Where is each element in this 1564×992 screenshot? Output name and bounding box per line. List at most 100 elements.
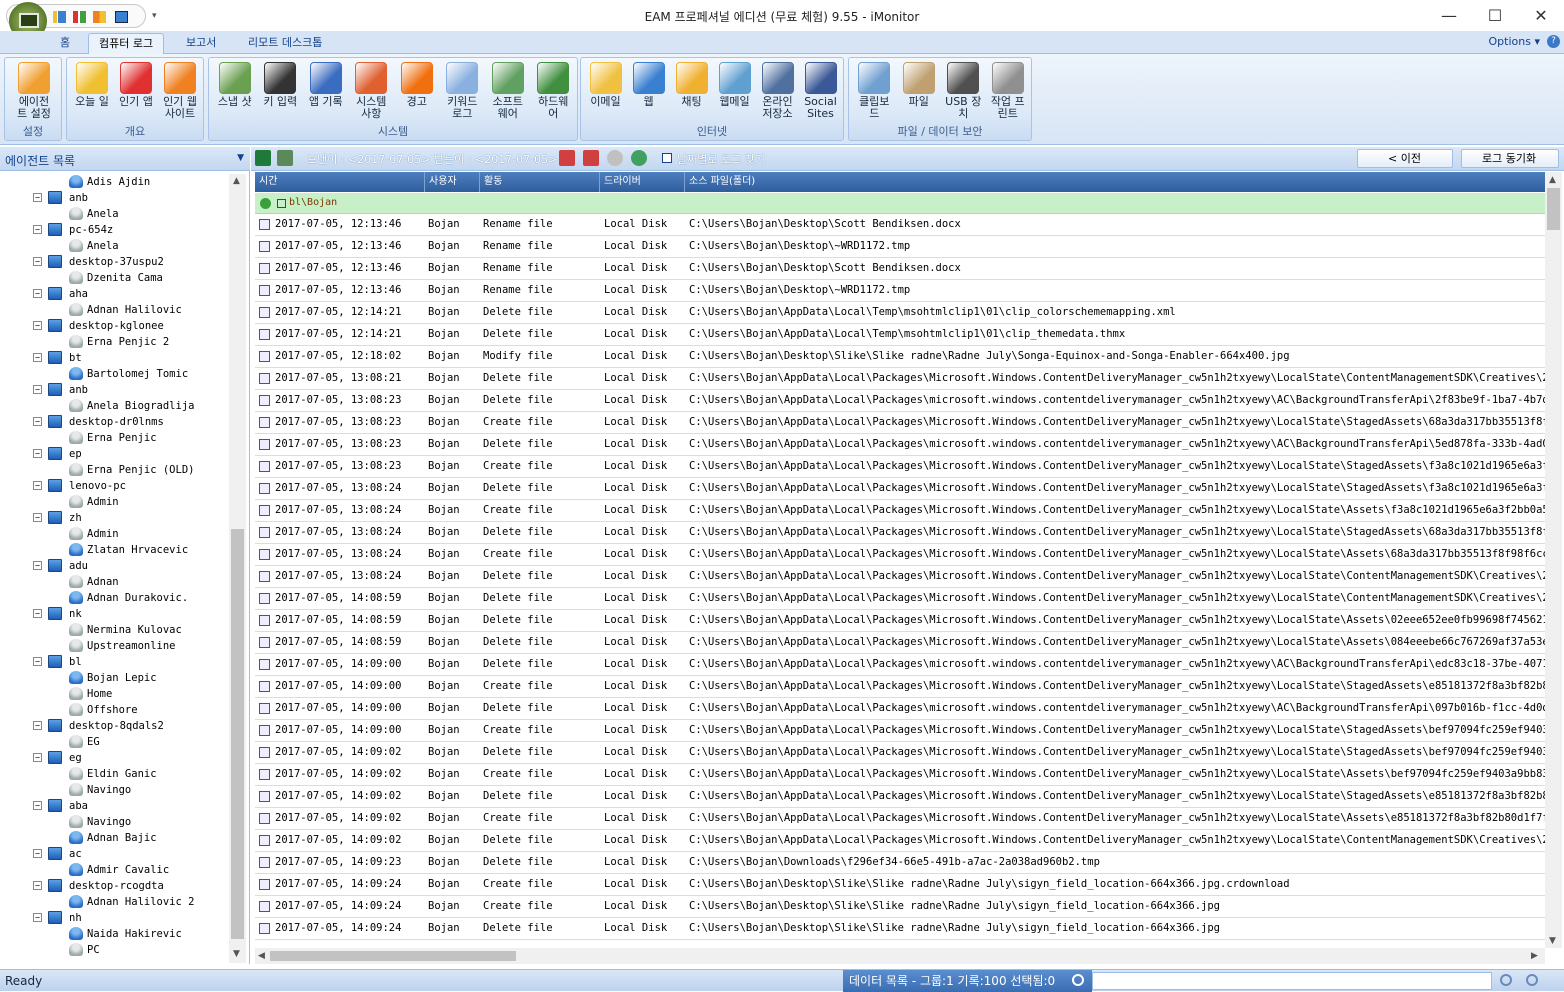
collapse-toggle-icon[interactable]: −	[33, 449, 42, 458]
tree-user-node[interactable]: Bartolomej Tomic	[0, 366, 228, 382]
grid-vertical-scrollbar[interactable]: ▲ ▼	[1545, 172, 1562, 948]
collapse-toggle-icon[interactable]: −	[33, 801, 42, 810]
tree-computer-node[interactable]: − anb	[0, 382, 228, 398]
table-row[interactable]: 2017-07-05, 14:09:24 Bojan Create file Loca…	[255, 896, 1545, 918]
collapse-toggle-icon[interactable]: −	[33, 513, 42, 522]
table-row[interactable]: 2017-07-05, 14:09:00 Bojan Delete file Loca…	[255, 654, 1545, 676]
popular-apps-button[interactable]: 인기 앱	[116, 60, 156, 108]
collapse-toggle-icon[interactable]: −	[33, 289, 42, 298]
collapse-toggle-icon[interactable]: −	[33, 561, 42, 570]
tree-user-node[interactable]: Adnan Durakovic.	[0, 590, 228, 606]
tree-computer-node[interactable]: − bl	[0, 654, 228, 670]
grid-horizontal-scrollbar[interactable]: ◀ ▶	[255, 948, 1545, 964]
table-row[interactable]: 2017-07-05, 14:09:24 Bojan Create file Loca…	[255, 874, 1545, 896]
tree-user-node[interactable]: Navingo	[0, 814, 228, 830]
table-row[interactable]: 2017-07-05, 12:14:21 Bojan Delete file Loca…	[255, 302, 1545, 324]
clock-icon[interactable]	[607, 150, 623, 166]
collapse-toggle-icon[interactable]: −	[33, 881, 42, 890]
collapse-toggle-icon[interactable]: −	[33, 753, 42, 762]
tree-computer-node[interactable]: − desktop-dr0lnms	[0, 414, 228, 430]
system-button[interactable]: 시스템 사항	[351, 60, 391, 120]
scroll-up-icon[interactable]: ▲	[1549, 175, 1556, 185]
printer-button[interactable]: 작업 프린트	[988, 60, 1028, 120]
collapse-toggle-icon[interactable]: −	[33, 225, 42, 234]
table-row[interactable]: 2017-07-05, 14:08:59 Bojan Delete file Loca…	[255, 610, 1545, 632]
excel-export-icon[interactable]	[255, 150, 271, 166]
tree-user-node[interactable]: Erna Penjic	[0, 430, 228, 446]
usb-button[interactable]: USB 장치	[943, 60, 983, 120]
table-row[interactable]: 2017-07-05, 12:13:46 Bojan Rename file Loca…	[255, 214, 1545, 236]
table-row[interactable]: 2017-07-05, 14:09:00 Bojan Delete file Loca…	[255, 698, 1545, 720]
zoom-in-icon[interactable]	[1500, 974, 1512, 986]
status-search-input[interactable]	[1092, 972, 1492, 990]
tab-home[interactable]: 홈	[50, 33, 80, 54]
hscroll-thumb[interactable]	[270, 951, 516, 961]
table-row[interactable]: 2017-07-05, 14:09:02 Bojan Delete file Loca…	[255, 830, 1545, 852]
help-icon[interactable]: ?	[1547, 35, 1560, 48]
tree-computer-node[interactable]: − aba	[0, 798, 228, 814]
tree-computer-node[interactable]: − aha	[0, 286, 228, 302]
table-row[interactable]: 2017-07-05, 13:08:23 Bojan Create file Loca…	[255, 412, 1545, 434]
tree-computer-node[interactable]: − desktop-37uspu2	[0, 254, 228, 270]
table-row[interactable]: 2017-07-05, 13:08:24 Bojan Create file Loca…	[255, 500, 1545, 522]
scroll-right-icon[interactable]: ▶	[1531, 951, 1538, 961]
table-row[interactable]: 2017-07-05, 12:13:46 Bojan Rename file Loca…	[255, 258, 1545, 280]
collapse-toggle-icon[interactable]: −	[33, 353, 42, 362]
clipboard-button[interactable]: 클립보드	[854, 60, 894, 120]
tree-user-node[interactable]: Navingo	[0, 782, 228, 798]
tree-computer-node[interactable]: − zh	[0, 510, 228, 526]
scroll-down-icon[interactable]: ▼	[233, 949, 240, 959]
collapse-toggle-icon[interactable]: −	[33, 193, 42, 202]
tree-computer-node[interactable]: − pc-654z	[0, 222, 228, 238]
group-checkbox[interactable]	[277, 199, 286, 208]
table-row[interactable]: 2017-07-05, 13:08:24 Bojan Create file Loca…	[255, 544, 1545, 566]
save-icon[interactable]	[277, 150, 293, 166]
table-row[interactable]: 2017-07-05, 14:08:59 Bojan Delete file Loca…	[255, 588, 1545, 610]
column-user[interactable]: 사용자	[425, 172, 480, 192]
tree-computer-node[interactable]: − desktop-kglonee	[0, 318, 228, 334]
maximize-button[interactable]: ☐	[1472, 0, 1518, 31]
calendar-from-icon[interactable]	[559, 150, 575, 166]
tab-remote-desktop[interactable]: 리모트 데스크톱	[238, 33, 332, 54]
tree-user-node[interactable]: PC	[0, 942, 228, 958]
table-row[interactable]: 2017-07-05, 14:09:02 Bojan Delete file Loca…	[255, 742, 1545, 764]
tree-computer-node[interactable]: − lenovo-pc	[0, 478, 228, 494]
collapse-toggle-icon[interactable]: −	[33, 481, 42, 490]
tree-user-node[interactable]: Zlatan Hrvacevic	[0, 542, 228, 558]
keyword-log-button[interactable]: 키워드 로그	[442, 60, 482, 120]
table-row[interactable]: 2017-07-05, 14:09:23 Bojan Delete file Loca…	[255, 852, 1545, 874]
alert-button[interactable]: 경고	[397, 60, 437, 108]
tree-user-node[interactable]: Home	[0, 686, 228, 702]
column-driver[interactable]: 드라이버	[600, 172, 685, 192]
column-activity[interactable]: 활동	[480, 172, 600, 192]
collapse-toggle-icon[interactable]: −	[33, 721, 42, 730]
tree-user-node[interactable]: Nermina Kulovac	[0, 622, 228, 638]
group-row[interactable]: bl\Bojan	[255, 193, 1545, 214]
table-row[interactable]: 2017-07-05, 13:08:23 Bojan Create file Loca…	[255, 456, 1545, 478]
file-button[interactable]: 파일	[899, 60, 939, 108]
tree-user-node[interactable]: Eldin Ganic	[0, 766, 228, 782]
online-storage-button[interactable]: 온라인 저장소	[758, 60, 798, 120]
scroll-up-icon[interactable]: ▲	[233, 176, 240, 186]
table-row[interactable]: 2017-07-05, 12:13:46 Bojan Rename file Loca…	[255, 280, 1545, 302]
collapse-toggle-icon[interactable]: −	[33, 321, 42, 330]
tree-computer-node[interactable]: − ep	[0, 446, 228, 462]
table-row[interactable]: 2017-07-05, 12:14:21 Bojan Delete file Loca…	[255, 324, 1545, 346]
table-row[interactable]: 2017-07-05, 14:09:24 Bojan Delete file Loca…	[255, 918, 1545, 940]
tree-user-node[interactable]: Anela Biogradlija	[0, 398, 228, 414]
table-row[interactable]: 2017-07-05, 12:18:02 Bojan Modify file Loca…	[255, 346, 1545, 368]
scroll-left-icon[interactable]: ◀	[258, 951, 265, 961]
scroll-thumb[interactable]	[231, 529, 244, 939]
column-time[interactable]: 시간	[255, 172, 425, 192]
collapse-icon[interactable]	[260, 198, 271, 209]
table-row[interactable]: 2017-07-05, 13:08:24 Bojan Delete file Loca…	[255, 478, 1545, 500]
table-row[interactable]: 2017-07-05, 14:09:02 Bojan Create file Loca…	[255, 808, 1545, 830]
minimize-button[interactable]: —	[1426, 0, 1472, 31]
collapse-toggle-icon[interactable]: −	[33, 657, 42, 666]
table-row[interactable]: 2017-07-05, 14:09:00 Bojan Create file Loca…	[255, 720, 1545, 742]
tree-user-node[interactable]: Upstreamonline	[0, 638, 228, 654]
collapse-toggle-icon[interactable]: −	[33, 913, 42, 922]
chevron-down-icon[interactable]: ▼	[237, 153, 244, 163]
grid-scroll-thumb[interactable]	[1547, 188, 1560, 230]
tree-computer-node[interactable]: − adu	[0, 558, 228, 574]
